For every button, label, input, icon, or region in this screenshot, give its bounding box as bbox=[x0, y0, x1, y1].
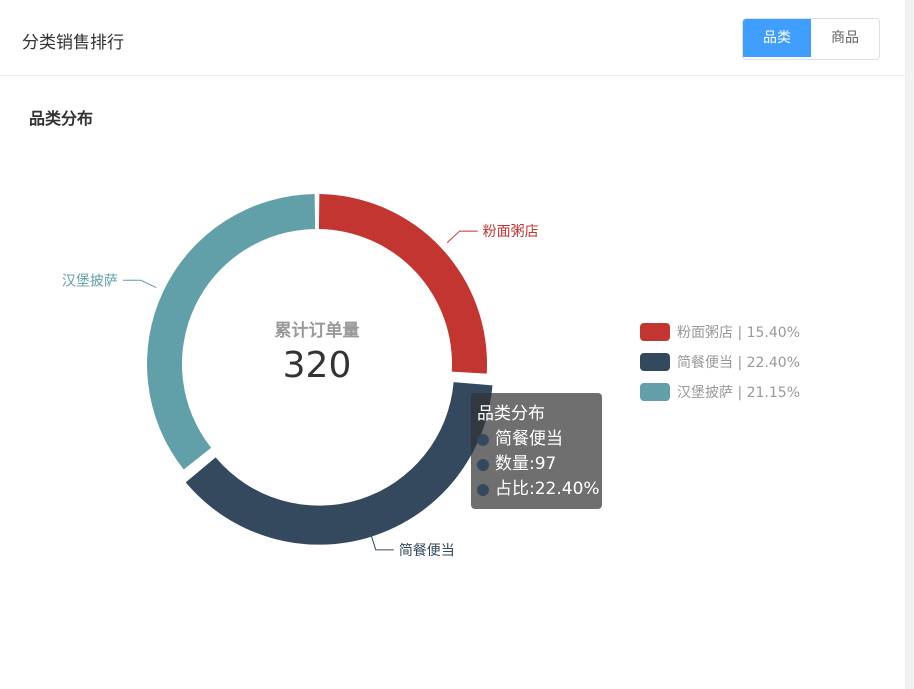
legend-label: 简餐便当 | 22.40% bbox=[677, 355, 800, 371]
tooltip-percent: 占比:22.40% bbox=[495, 479, 600, 499]
center-value: 320 bbox=[283, 345, 352, 386]
tooltip-series-dot bbox=[477, 433, 489, 446]
slice-label: 汉堡披萨 bbox=[62, 273, 118, 289]
legend-item[interactable]: 简餐便当 | 22.40% bbox=[640, 347, 800, 377]
slice-label: 简餐便当 bbox=[399, 542, 455, 559]
legend-item[interactable]: 汉堡披萨 | 21.15% bbox=[640, 377, 800, 407]
pie-slice[interactable] bbox=[185, 382, 493, 545]
card-header: 分类销售排行 品类 商品 bbox=[0, 0, 906, 76]
legend-label: 粉面粥店 | 15.40% bbox=[677, 325, 800, 341]
tab-product[interactable]: 商品 bbox=[811, 19, 879, 57]
tab-category[interactable]: 品类 bbox=[743, 19, 811, 57]
tooltip-series-dot bbox=[477, 483, 489, 496]
tooltip-count: 数量:97 bbox=[495, 454, 557, 474]
legend-swatch bbox=[640, 353, 670, 371]
legend-item[interactable]: 粉面粥店 | 15.40% bbox=[640, 317, 800, 347]
sales-ranking-card: 分类销售排行 品类 商品 品类分布 粉面粥店简餐便当 汉堡披萨累计订单量 320 粉… bbox=[0, 0, 906, 689]
donut-chart: 粉面粥店简餐便当 汉堡披萨累计订单量 320 bbox=[62, 194, 539, 559]
label-line bbox=[446, 230, 478, 244]
slice-label: 粉面粥店 bbox=[483, 223, 539, 240]
center-label: 累计订单量 bbox=[275, 320, 360, 341]
label-line bbox=[370, 533, 394, 551]
label-line bbox=[122, 279, 157, 289]
chart-tooltip: 品类分布 简餐便当 数量:97 占比:22.40% bbox=[471, 393, 602, 509]
section-title: 品类分布 bbox=[29, 109, 94, 128]
tooltip-name: 简餐便当 bbox=[495, 429, 563, 449]
scrollbar-track[interactable] bbox=[906, 0, 914, 689]
legend-label: 汉堡披萨 | 21.15% bbox=[677, 385, 800, 401]
card-title: 分类销售排行 bbox=[22, 33, 124, 53]
tooltip-row-percent: 占比:22.40% bbox=[477, 477, 602, 502]
legend-swatch bbox=[640, 383, 670, 401]
chart-legend: 粉面粥店 | 15.40% 简餐便当 | 22.40% 汉堡披萨 | 21.15% bbox=[640, 317, 800, 407]
tooltip-row-count: 数量:97 bbox=[477, 452, 602, 477]
legend-swatch bbox=[640, 323, 670, 341]
tooltip-title: 品类分布 bbox=[477, 404, 545, 424]
category-toggle: 品类 商品 bbox=[742, 18, 880, 60]
tooltip-row-name: 简餐便当 bbox=[477, 427, 602, 452]
tooltip-series-dot bbox=[477, 458, 489, 471]
